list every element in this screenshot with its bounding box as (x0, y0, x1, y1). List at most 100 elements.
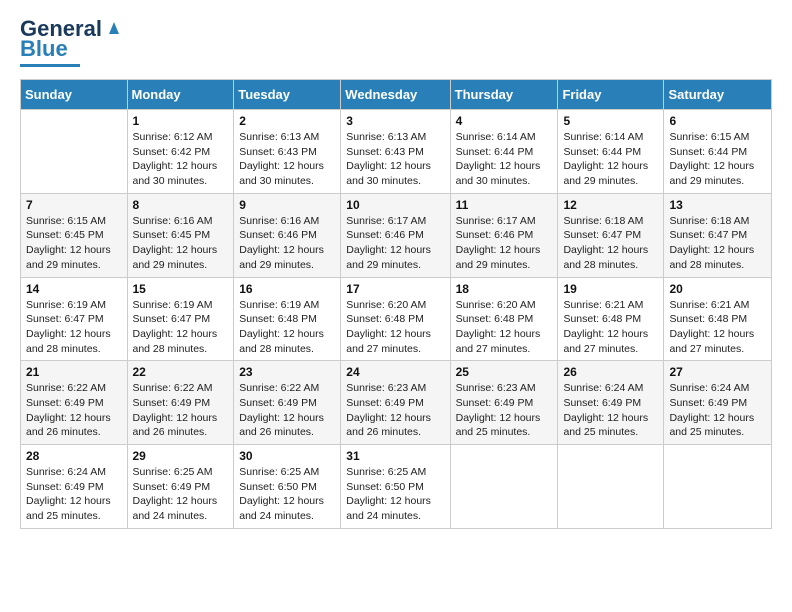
logo: General Blue (20, 16, 125, 67)
col-wednesday: Wednesday (341, 80, 450, 110)
day-number: 9 (239, 198, 335, 212)
day-info: Sunrise: 6:18 AMSunset: 6:47 PMDaylight:… (669, 214, 766, 273)
calendar-week-row: 1Sunrise: 6:12 AMSunset: 6:42 PMDaylight… (21, 110, 772, 194)
day-number: 20 (669, 282, 766, 296)
col-sunday: Sunday (21, 80, 128, 110)
day-number: 27 (669, 365, 766, 379)
day-number: 10 (346, 198, 444, 212)
day-number: 23 (239, 365, 335, 379)
day-info: Sunrise: 6:20 AMSunset: 6:48 PMDaylight:… (346, 298, 444, 357)
col-thursday: Thursday (450, 80, 558, 110)
calendar-cell: 7Sunrise: 6:15 AMSunset: 6:45 PMDaylight… (21, 193, 128, 277)
calendar-cell: 12Sunrise: 6:18 AMSunset: 6:47 PMDayligh… (558, 193, 664, 277)
calendar-cell: 1Sunrise: 6:12 AMSunset: 6:42 PMDaylight… (127, 110, 234, 194)
day-number: 19 (563, 282, 658, 296)
day-number: 26 (563, 365, 658, 379)
day-info: Sunrise: 6:23 AMSunset: 6:49 PMDaylight:… (346, 381, 444, 440)
calendar-cell (21, 110, 128, 194)
col-tuesday: Tuesday (234, 80, 341, 110)
day-number: 14 (26, 282, 122, 296)
calendar-cell: 6Sunrise: 6:15 AMSunset: 6:44 PMDaylight… (664, 110, 772, 194)
calendar-cell: 17 Sunrise: 6:20 AMSunset: 6:48 PMDayligh… (341, 277, 450, 361)
day-info: Sunrise: 6:18 AMSunset: 6:47 PMDaylight:… (563, 214, 658, 273)
calendar-cell: 15 Sunrise: 6:19 AMSunset: 6:47 PMDayligh… (127, 277, 234, 361)
day-number: 4 (456, 114, 553, 128)
calendar-cell: 20 Sunrise: 6:21 AMSunset: 6:48 PMDayligh… (664, 277, 772, 361)
day-info: Sunrise: 6:24 AMSunset: 6:49 PMDaylight:… (26, 465, 122, 524)
day-info: Sunrise: 6:21 AMSunset: 6:48 PMDaylight:… (563, 298, 658, 357)
day-info: Sunrise: 6:25 AMSunset: 6:50 PMDaylight:… (346, 465, 444, 524)
calendar-cell: 30 Sunrise: 6:25 AMSunset: 6:50 PMDayligh… (234, 445, 341, 529)
calendar-week-row: 28 Sunrise: 6:24 AMSunset: 6:49 PMDayligh… (21, 445, 772, 529)
calendar-cell: 16Sunrise: 6:19 AMSunset: 6:48 PMDayligh… (234, 277, 341, 361)
calendar-cell: 4 Sunrise: 6:14 AMSunset: 6:44 PMDaylight… (450, 110, 558, 194)
page: General Blue Sunday Monday Tuesday Wedne… (0, 0, 792, 612)
day-info: Sunrise: 6:17 AMSunset: 6:46 PMDaylight:… (456, 214, 553, 273)
day-info: Sunrise: 6:12 AMSunset: 6:42 PMDaylight:… (133, 130, 229, 189)
day-info: Sunrise: 6:16 AMSunset: 6:46 PMDaylight:… (239, 214, 335, 273)
col-monday: Monday (127, 80, 234, 110)
calendar-cell: 22 Sunrise: 6:22 AMSunset: 6:49 PMDayligh… (127, 361, 234, 445)
day-info: Sunrise: 6:14 AMSunset: 6:44 PMDaylight:… (456, 130, 553, 189)
day-number: 30 (239, 449, 335, 463)
day-number: 7 (26, 198, 122, 212)
day-number: 18 (456, 282, 553, 296)
calendar-cell: 14Sunrise: 6:19 AMSunset: 6:47 PMDayligh… (21, 277, 128, 361)
day-number: 8 (133, 198, 229, 212)
day-number: 15 (133, 282, 229, 296)
logo-underline (20, 64, 80, 67)
day-info: Sunrise: 6:15 AMSunset: 6:44 PMDaylight:… (669, 130, 766, 189)
day-number: 24 (346, 365, 444, 379)
header: General Blue (20, 16, 772, 67)
day-number: 22 (133, 365, 229, 379)
day-info: Sunrise: 6:16 AMSunset: 6:45 PMDaylight:… (133, 214, 229, 273)
calendar-cell: 2 Sunrise: 6:13 AMSunset: 6:43 PMDaylight… (234, 110, 341, 194)
day-info: Sunrise: 6:19 AMSunset: 6:48 PMDaylight:… (239, 298, 335, 357)
day-info: Sunrise: 6:20 AMSunset: 6:48 PMDaylight:… (456, 298, 553, 357)
calendar-cell: 27 Sunrise: 6:24 AMSunset: 6:49 PMDayligh… (664, 361, 772, 445)
calendar-cell: 23 Sunrise: 6:22 AMSunset: 6:49 PMDayligh… (234, 361, 341, 445)
day-info: Sunrise: 6:22 AMSunset: 6:49 PMDaylight:… (133, 381, 229, 440)
day-info: Sunrise: 6:13 AMSunset: 6:43 PMDaylight:… (346, 130, 444, 189)
day-number: 29 (133, 449, 229, 463)
logo-blue: Blue (20, 36, 68, 62)
calendar-cell: 13 Sunrise: 6:18 AMSunset: 6:47 PMDayligh… (664, 193, 772, 277)
calendar-cell: 5 Sunrise: 6:14 AMSunset: 6:44 PMDaylight… (558, 110, 664, 194)
calendar-table: Sunday Monday Tuesday Wednesday Thursday… (20, 79, 772, 529)
day-info: Sunrise: 6:17 AMSunset: 6:46 PMDaylight:… (346, 214, 444, 273)
calendar-cell: 29Sunrise: 6:25 AMSunset: 6:49 PMDayligh… (127, 445, 234, 529)
calendar-cell: 11Sunrise: 6:17 AMSunset: 6:46 PMDayligh… (450, 193, 558, 277)
calendar-cell: 8 Sunrise: 6:16 AMSunset: 6:45 PMDaylight… (127, 193, 234, 277)
calendar-cell: 9 Sunrise: 6:16 AMSunset: 6:46 PMDaylight… (234, 193, 341, 277)
day-info: Sunrise: 6:14 AMSunset: 6:44 PMDaylight:… (563, 130, 658, 189)
day-info: Sunrise: 6:13 AMSunset: 6:43 PMDaylight:… (239, 130, 335, 189)
day-number: 21 (26, 365, 122, 379)
day-info: Sunrise: 6:22 AMSunset: 6:49 PMDaylight:… (239, 381, 335, 440)
calendar-cell: 28 Sunrise: 6:24 AMSunset: 6:49 PMDayligh… (21, 445, 128, 529)
calendar-cell: 18 Sunrise: 6:20 AMSunset: 6:48 PMDayligh… (450, 277, 558, 361)
calendar-week-row: 14 Sunrise: 6:19 AMSunset: 6:47 PMDayligh… (21, 277, 772, 361)
col-saturday: Saturday (664, 80, 772, 110)
day-number: 31 (346, 449, 444, 463)
day-number: 25 (456, 365, 553, 379)
day-info: Sunrise: 6:24 AMSunset: 6:49 PMDaylight:… (563, 381, 658, 440)
day-number: 13 (669, 198, 766, 212)
day-info: Sunrise: 6:19 AMSunset: 6:47 PMDaylight:… (133, 298, 229, 357)
day-info: Sunrise: 6:23 AMSunset: 6:49 PMDaylight:… (456, 381, 553, 440)
day-info: Sunrise: 6:22 AMSunset: 6:49 PMDaylight:… (26, 381, 122, 440)
day-info: Sunrise: 6:21 AMSunset: 6:48 PMDaylight:… (669, 298, 766, 357)
day-number: 5 (563, 114, 658, 128)
day-number: 28 (26, 449, 122, 463)
calendar-header-row: Sunday Monday Tuesday Wednesday Thursday… (21, 80, 772, 110)
col-friday: Friday (558, 80, 664, 110)
day-number: 2 (239, 114, 335, 128)
calendar-cell (450, 445, 558, 529)
day-number: 17 (346, 282, 444, 296)
day-number: 3 (346, 114, 444, 128)
calendar-cell: 21 Sunrise: 6:22 AMSunset: 6:49 PMDayligh… (21, 361, 128, 445)
day-info: Sunrise: 6:25 AMSunset: 6:50 PMDaylight:… (239, 465, 335, 524)
calendar-cell: 10 Sunrise: 6:17 AMSunset: 6:46 PMDayligh… (341, 193, 450, 277)
calendar-cell: 24 Sunrise: 6:23 AMSunset: 6:49 PMDayligh… (341, 361, 450, 445)
calendar-cell: 25 Sunrise: 6:23 AMSunset: 6:49 PMDayligh… (450, 361, 558, 445)
day-info: Sunrise: 6:24 AMSunset: 6:49 PMDaylight:… (669, 381, 766, 440)
